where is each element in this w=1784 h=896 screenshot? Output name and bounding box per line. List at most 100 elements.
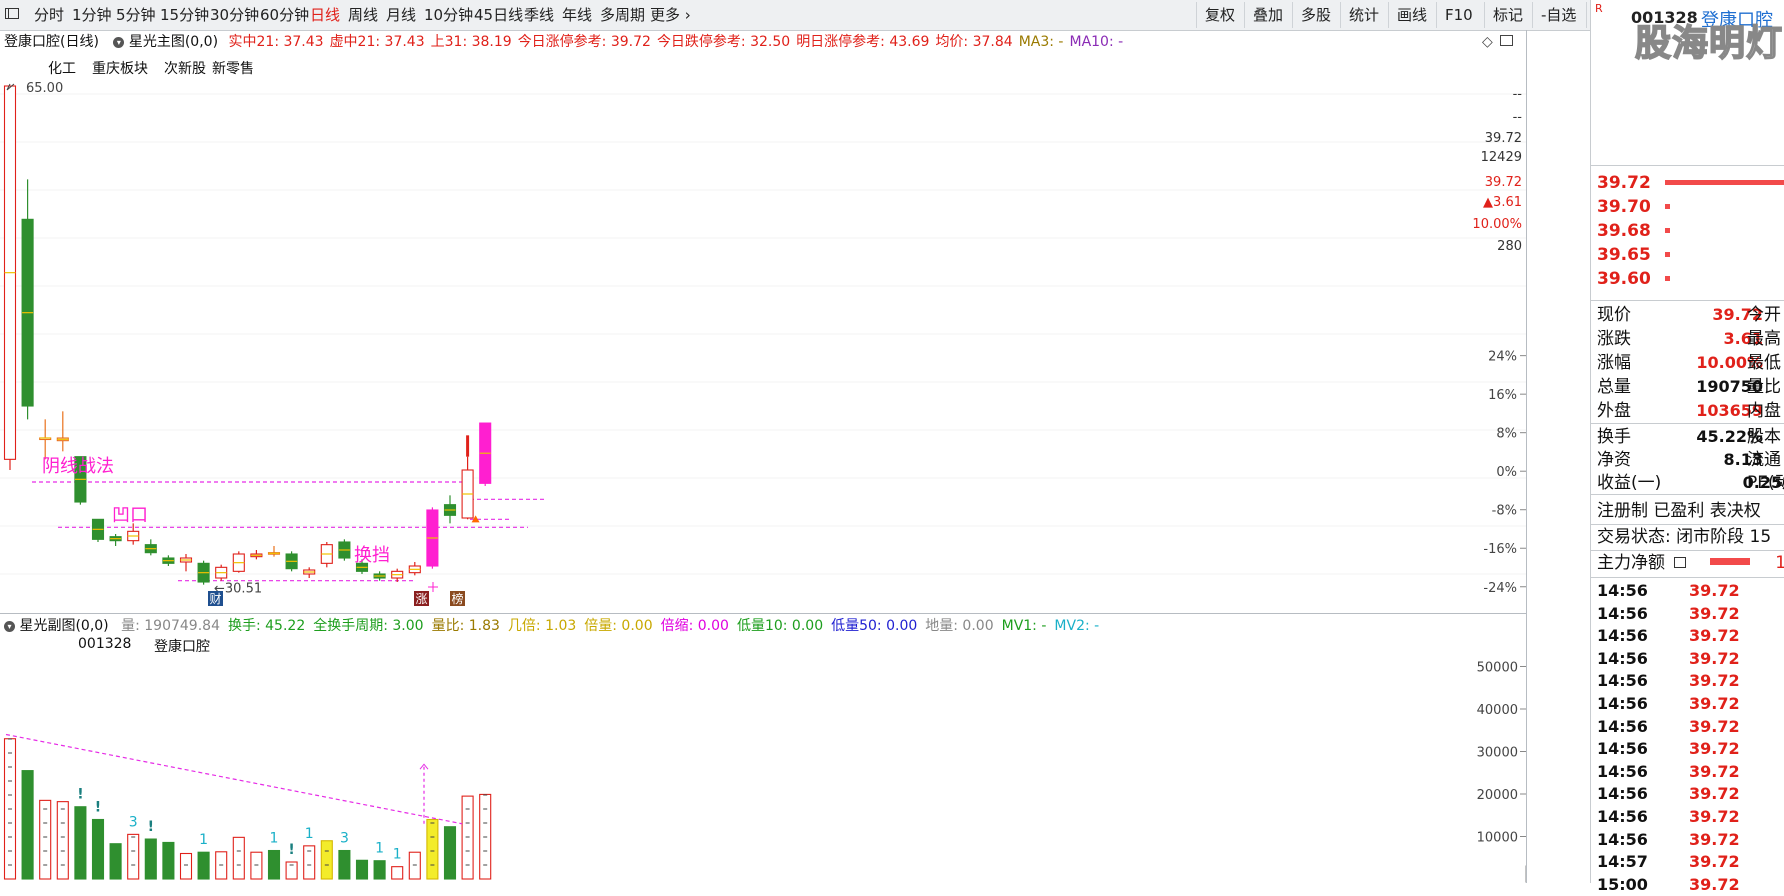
period-tab[interactable]: 15分钟 (160, 4, 209, 26)
volume-bar[interactable] (144, 838, 157, 880)
order-book-row[interactable]: 39.70 (1597, 196, 1670, 218)
event-marker[interactable]: 榜 (450, 591, 465, 606)
candle[interactable] (303, 567, 316, 578)
chart-title[interactable]: 登康口腔(日线) (4, 34, 99, 50)
volume-bar[interactable] (391, 866, 404, 880)
sub-indicator-name[interactable]: 星光副图(0,0) (19, 618, 108, 634)
candle[interactable] (162, 555, 175, 566)
period-tab[interactable]: 周线 (348, 4, 378, 26)
toolbar-button[interactable]: 标记 (1484, 2, 1531, 28)
volume-bar[interactable] (338, 849, 351, 880)
candle[interactable] (479, 422, 492, 486)
period-tab[interactable]: 多周期 (600, 4, 645, 26)
volume-bar[interactable] (461, 795, 474, 880)
indicator-value: MA10: - (1069, 34, 1124, 50)
period-tab[interactable]: 季线 (524, 4, 554, 26)
order-book-row[interactable]: 39.65 (1597, 244, 1670, 266)
volume-bar[interactable] (408, 851, 421, 880)
tick-price: 39.72 (1689, 784, 1740, 804)
period-tab[interactable]: 60分钟 (260, 4, 309, 26)
volume-bar[interactable] (232, 836, 245, 880)
period-tab[interactable]: 分时 (34, 4, 64, 26)
candle[interactable] (408, 562, 421, 576)
volume-bar[interactable] (320, 840, 333, 880)
candle[interactable] (197, 560, 210, 585)
candle[interactable] (250, 550, 263, 560)
volume-bar[interactable] (21, 770, 34, 880)
volume-bar[interactable] (162, 841, 175, 880)
volume-bar[interactable] (303, 845, 316, 880)
volume-bar[interactable] (109, 843, 122, 880)
volume-bar[interactable] (267, 849, 281, 880)
candle[interactable] (56, 411, 69, 452)
volume-bar[interactable] (479, 793, 492, 880)
volume-bar[interactable] (56, 801, 69, 880)
volume-bar[interactable] (443, 826, 457, 880)
candle[interactable] (461, 456, 474, 520)
event-marker[interactable]: 涨 (414, 591, 429, 606)
order-book-row[interactable]: 39.68 (1597, 220, 1670, 242)
candle[interactable] (426, 507, 439, 569)
window-icon[interactable] (1500, 35, 1513, 46)
quote-label-secondary: 今开 (1747, 305, 1781, 325)
period-tab[interactable]: 45日线 (474, 4, 523, 26)
candle[interactable] (443, 495, 457, 524)
period-tab[interactable]: 更多 › (650, 4, 691, 26)
candle[interactable] (109, 534, 122, 546)
volume-bar[interactable] (285, 861, 298, 880)
volume-bar-body (197, 851, 210, 880)
volume-bar[interactable] (426, 818, 439, 880)
toolbar-button[interactable]: 画线 (1388, 2, 1435, 28)
period-tab[interactable]: 10分钟 (424, 4, 473, 26)
candle[interactable] (179, 554, 193, 572)
order-book-row[interactable]: 39.72 (1597, 172, 1784, 194)
candle[interactable] (91, 518, 105, 542)
candlestick-chart[interactable]: -- -- 39.72 12429 39.72 ▲3.61 10.00% 280 24% 16% 8… (0, 54, 1526, 614)
candle[interactable] (144, 539, 157, 556)
candle[interactable] (215, 564, 228, 581)
volume-bar[interactable] (91, 818, 105, 880)
candle[interactable] (39, 419, 52, 460)
toolbar-button[interactable]: 多股 (1292, 2, 1339, 28)
volume-bar[interactable] (3, 738, 17, 880)
period-tab[interactable]: 30分钟 (210, 4, 259, 26)
volume-bar[interactable] (373, 860, 386, 880)
volume-bar[interactable] (74, 806, 87, 880)
indicator-value: 量: 190749.84 (121, 618, 220, 634)
toolbar-button[interactable]: 统计 (1340, 2, 1387, 28)
indicator-selector[interactable]: ▾ 星光主图(0,0) (113, 34, 222, 50)
order-book-row[interactable]: 39.60 (1597, 268, 1670, 290)
volume-bar[interactable] (250, 851, 263, 880)
volume-chart[interactable]: 5000040000300002000010000X10!!3!11!1311 (0, 638, 1526, 883)
candle[interactable] (267, 546, 281, 557)
volume-bar[interactable] (179, 852, 193, 880)
period-tab[interactable]: 5分钟 (116, 4, 156, 26)
candle[interactable] (127, 523, 140, 545)
volume-bar[interactable] (39, 799, 52, 880)
volume-bar[interactable] (127, 833, 140, 880)
volume-bar-body (74, 806, 87, 880)
candle[interactable] (285, 551, 298, 572)
period-tab[interactable]: 年线 (562, 4, 592, 26)
toolbar-button[interactable]: -自选 (1532, 2, 1584, 28)
list-icon[interactable] (1674, 557, 1687, 568)
event-marker[interactable]: 财 (208, 591, 223, 606)
candle[interactable] (320, 542, 333, 568)
candle[interactable] (391, 568, 404, 582)
period-tab[interactable]: 月线 (386, 4, 416, 26)
candle[interactable] (232, 551, 245, 573)
candle[interactable] (373, 571, 386, 581)
period-tab[interactable]: 日线 (310, 4, 340, 26)
toolbar-button[interactable]: F10 (1436, 2, 1481, 28)
candle[interactable] (3, 85, 17, 470)
diamond-icon[interactable]: ◇ (1482, 34, 1493, 50)
toolbar-button[interactable]: 复权 (1196, 2, 1243, 28)
volume-bar[interactable] (355, 859, 369, 880)
toolbar-button[interactable]: 叠加 (1244, 2, 1291, 28)
candle[interactable] (21, 179, 34, 420)
period-tab[interactable]: 1分钟 (72, 4, 112, 26)
panel-toggle-icon[interactable] (5, 8, 19, 19)
volume-bar[interactable] (197, 851, 210, 880)
volume-bar[interactable] (215, 851, 228, 880)
candle[interactable] (338, 539, 351, 561)
